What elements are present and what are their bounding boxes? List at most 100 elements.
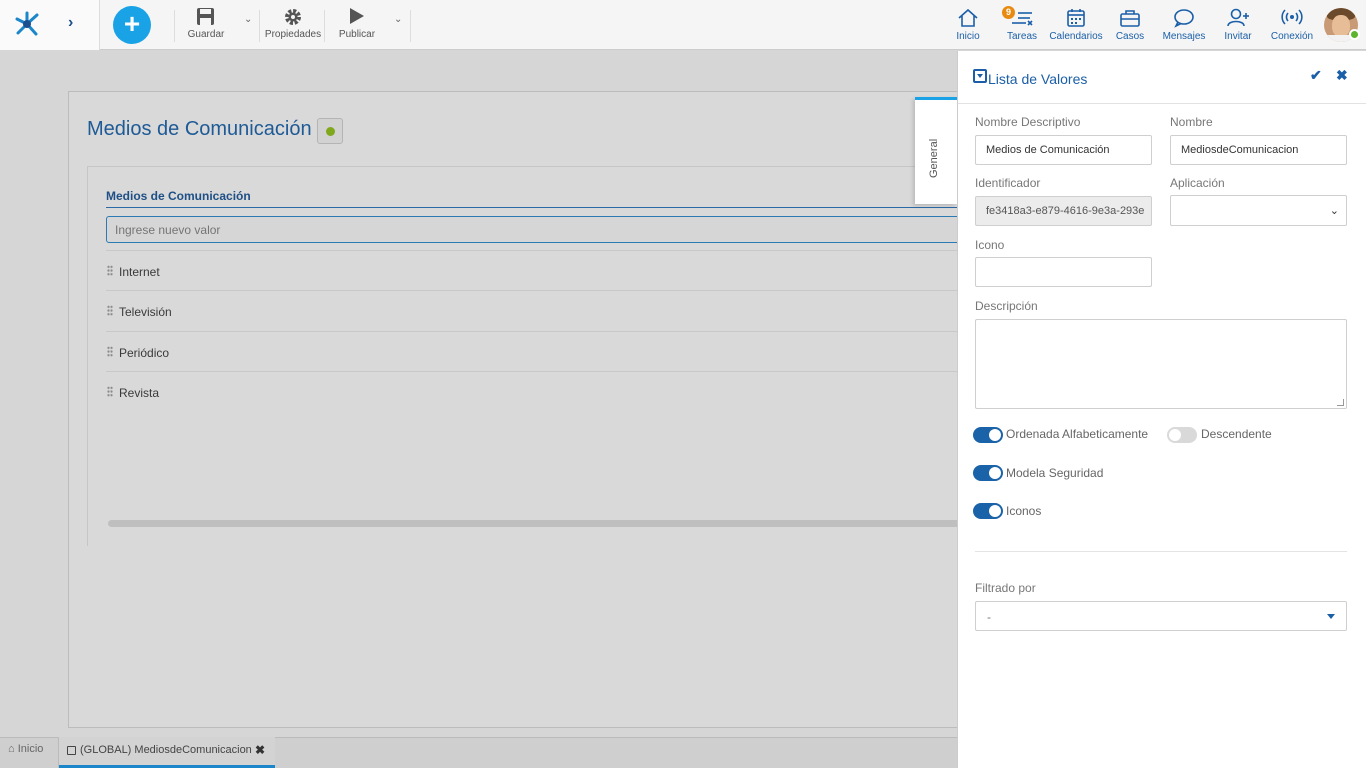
description-textarea[interactable] xyxy=(975,319,1347,409)
icon-label: Icono xyxy=(975,238,1005,252)
save-button[interactable]: Guardar xyxy=(186,6,226,40)
page-title: Medios de Comunicación xyxy=(87,118,312,140)
top-toolbar: › + Guardar ⌄ Propiedades Publicar ⌄ Ini… xyxy=(0,0,1366,50)
add-user-icon xyxy=(1227,8,1249,27)
close-tab-icon[interactable]: ✖ xyxy=(255,743,265,757)
filter-select[interactable]: - xyxy=(975,601,1347,631)
gear-icon xyxy=(285,9,301,25)
nav-calendars[interactable]: Calendarios xyxy=(1048,7,1104,42)
tab-general-label: General xyxy=(928,138,940,178)
icons-label: Iconos xyxy=(1006,504,1042,518)
toolbar-divider xyxy=(410,10,411,42)
toolbar-divider xyxy=(259,10,260,42)
sorted-alphabetically-toggle[interactable] xyxy=(973,427,1003,443)
filter-select-value: - xyxy=(987,610,991,624)
briefcase-icon xyxy=(1120,10,1140,27)
list-item[interactable]: Revista xyxy=(106,371,966,411)
model-security-label: Modela Seguridad xyxy=(1006,466,1104,480)
bottom-tab-home[interactable]: ⌂ Inicio xyxy=(8,743,43,755)
broadcast-signal-icon xyxy=(1281,9,1303,25)
list-item-label: Televisión xyxy=(119,305,172,319)
save-options-chevron-down-icon[interactable]: ⌄ xyxy=(244,14,252,25)
panel-header: Lista de Valores ✔ ✖ xyxy=(958,51,1366,104)
status-toggle-button[interactable] xyxy=(317,118,343,144)
name-field[interactable] xyxy=(1170,135,1347,165)
save-label: Guardar xyxy=(187,29,225,40)
status-dot-icon xyxy=(326,127,335,136)
application-label: Aplicación xyxy=(1170,176,1225,190)
nav-calendars-label: Calendarios xyxy=(1049,31,1103,42)
icons-toggle[interactable] xyxy=(973,503,1003,519)
drag-handle-icon[interactable] xyxy=(107,265,113,276)
bottom-tab-document[interactable]: (GLOBAL) MediosdeComunicacion ✖ xyxy=(59,737,275,768)
section-divider xyxy=(975,551,1347,552)
value-list-title: Medios de Comunicación xyxy=(106,189,251,203)
nav-invite-label: Invitar xyxy=(1224,31,1252,42)
play-icon xyxy=(350,8,364,24)
toolbar-divider xyxy=(324,10,325,42)
list-item-label: Internet xyxy=(119,265,160,279)
nav-connection-label: Conexión xyxy=(1270,31,1314,42)
new-value-input[interactable] xyxy=(106,216,966,243)
list-item-label: Periódico xyxy=(119,346,170,360)
drag-handle-icon[interactable] xyxy=(107,305,113,316)
add-button[interactable]: + xyxy=(113,6,151,44)
bottom-tab-home-label: Inicio xyxy=(17,743,44,755)
filter-label: Filtrado por xyxy=(975,581,1036,595)
publish-button[interactable]: Publicar xyxy=(337,6,377,40)
publish-label: Publicar xyxy=(338,29,376,40)
nav-cases[interactable]: Casos xyxy=(1113,7,1147,42)
confirm-check-icon[interactable]: ✔ xyxy=(1310,67,1322,84)
list-item[interactable]: Televisión xyxy=(106,290,966,330)
nav-messages-label: Mensajes xyxy=(1162,31,1206,42)
nav-tasks[interactable]: 9 Tareas xyxy=(1002,6,1040,42)
description-label: Descripción xyxy=(975,299,1038,313)
caret-down-icon xyxy=(1327,614,1335,619)
list-item-label: Revista xyxy=(119,386,160,400)
tasks-count-badge: 9 xyxy=(1002,6,1015,19)
panel-title: Lista de Valores xyxy=(988,71,1088,87)
descending-label: Descendente xyxy=(1201,427,1272,441)
name-label: Nombre xyxy=(1170,115,1213,129)
nav-messages[interactable]: Mensajes xyxy=(1161,7,1207,42)
nav-home[interactable]: Inicio xyxy=(951,7,985,42)
dropdown-list-icon xyxy=(973,69,987,83)
descriptive-name-label: Nombre Descriptivo xyxy=(975,115,1081,129)
identifier-field[interactable] xyxy=(975,196,1152,226)
identifier-label: Identificador xyxy=(975,176,1041,190)
bottom-tab-document-label: (GLOBAL) MediosdeComunicacion xyxy=(80,744,252,756)
nav-home-label: Inicio xyxy=(956,31,980,42)
online-status-indicator xyxy=(1349,29,1360,40)
value-list-title-underline xyxy=(106,207,966,208)
drag-handle-icon[interactable] xyxy=(107,386,113,397)
properties-button[interactable]: Propiedades xyxy=(264,6,322,40)
toolbar-divider xyxy=(174,10,175,42)
application-select[interactable]: ⌄ xyxy=(1170,195,1347,226)
close-icon[interactable]: ✖ xyxy=(1336,67,1348,84)
expand-menu-chevron-icon[interactable]: › xyxy=(68,14,73,32)
properties-label: Propiedades xyxy=(264,29,322,40)
nav-cases-label: Casos xyxy=(1115,31,1145,42)
chevron-down-icon: ⌄ xyxy=(1329,205,1339,217)
app-logo-icon[interactable] xyxy=(12,9,42,39)
nav-invite[interactable]: Invitar xyxy=(1220,7,1256,42)
publish-options-chevron-down-icon[interactable]: ⌄ xyxy=(394,14,402,25)
tab-general[interactable]: General xyxy=(915,97,957,204)
icon-field[interactable] xyxy=(975,257,1152,287)
list-item[interactable]: Internet xyxy=(106,250,966,290)
resize-handle-icon[interactable] xyxy=(1337,399,1344,406)
logo-area: › xyxy=(0,0,100,50)
list-item[interactable]: Periódico xyxy=(106,331,966,371)
model-security-toggle[interactable] xyxy=(973,465,1003,481)
descriptive-name-field[interactable] xyxy=(975,135,1152,165)
list-document-icon xyxy=(67,746,76,755)
nav-connection[interactable]: Conexión xyxy=(1268,7,1316,42)
horizontal-scrollbar[interactable] xyxy=(108,520,966,527)
drag-handle-icon[interactable] xyxy=(107,346,113,357)
calendar-icon xyxy=(1067,9,1085,27)
nav-tasks-label: Tareas xyxy=(1006,31,1037,42)
chat-bubble-icon xyxy=(1174,9,1194,28)
sorted-alphabetically-label: Ordenada Alfabeticamente xyxy=(1006,427,1149,441)
descending-toggle[interactable] xyxy=(1167,427,1197,443)
home-icon xyxy=(958,8,978,27)
